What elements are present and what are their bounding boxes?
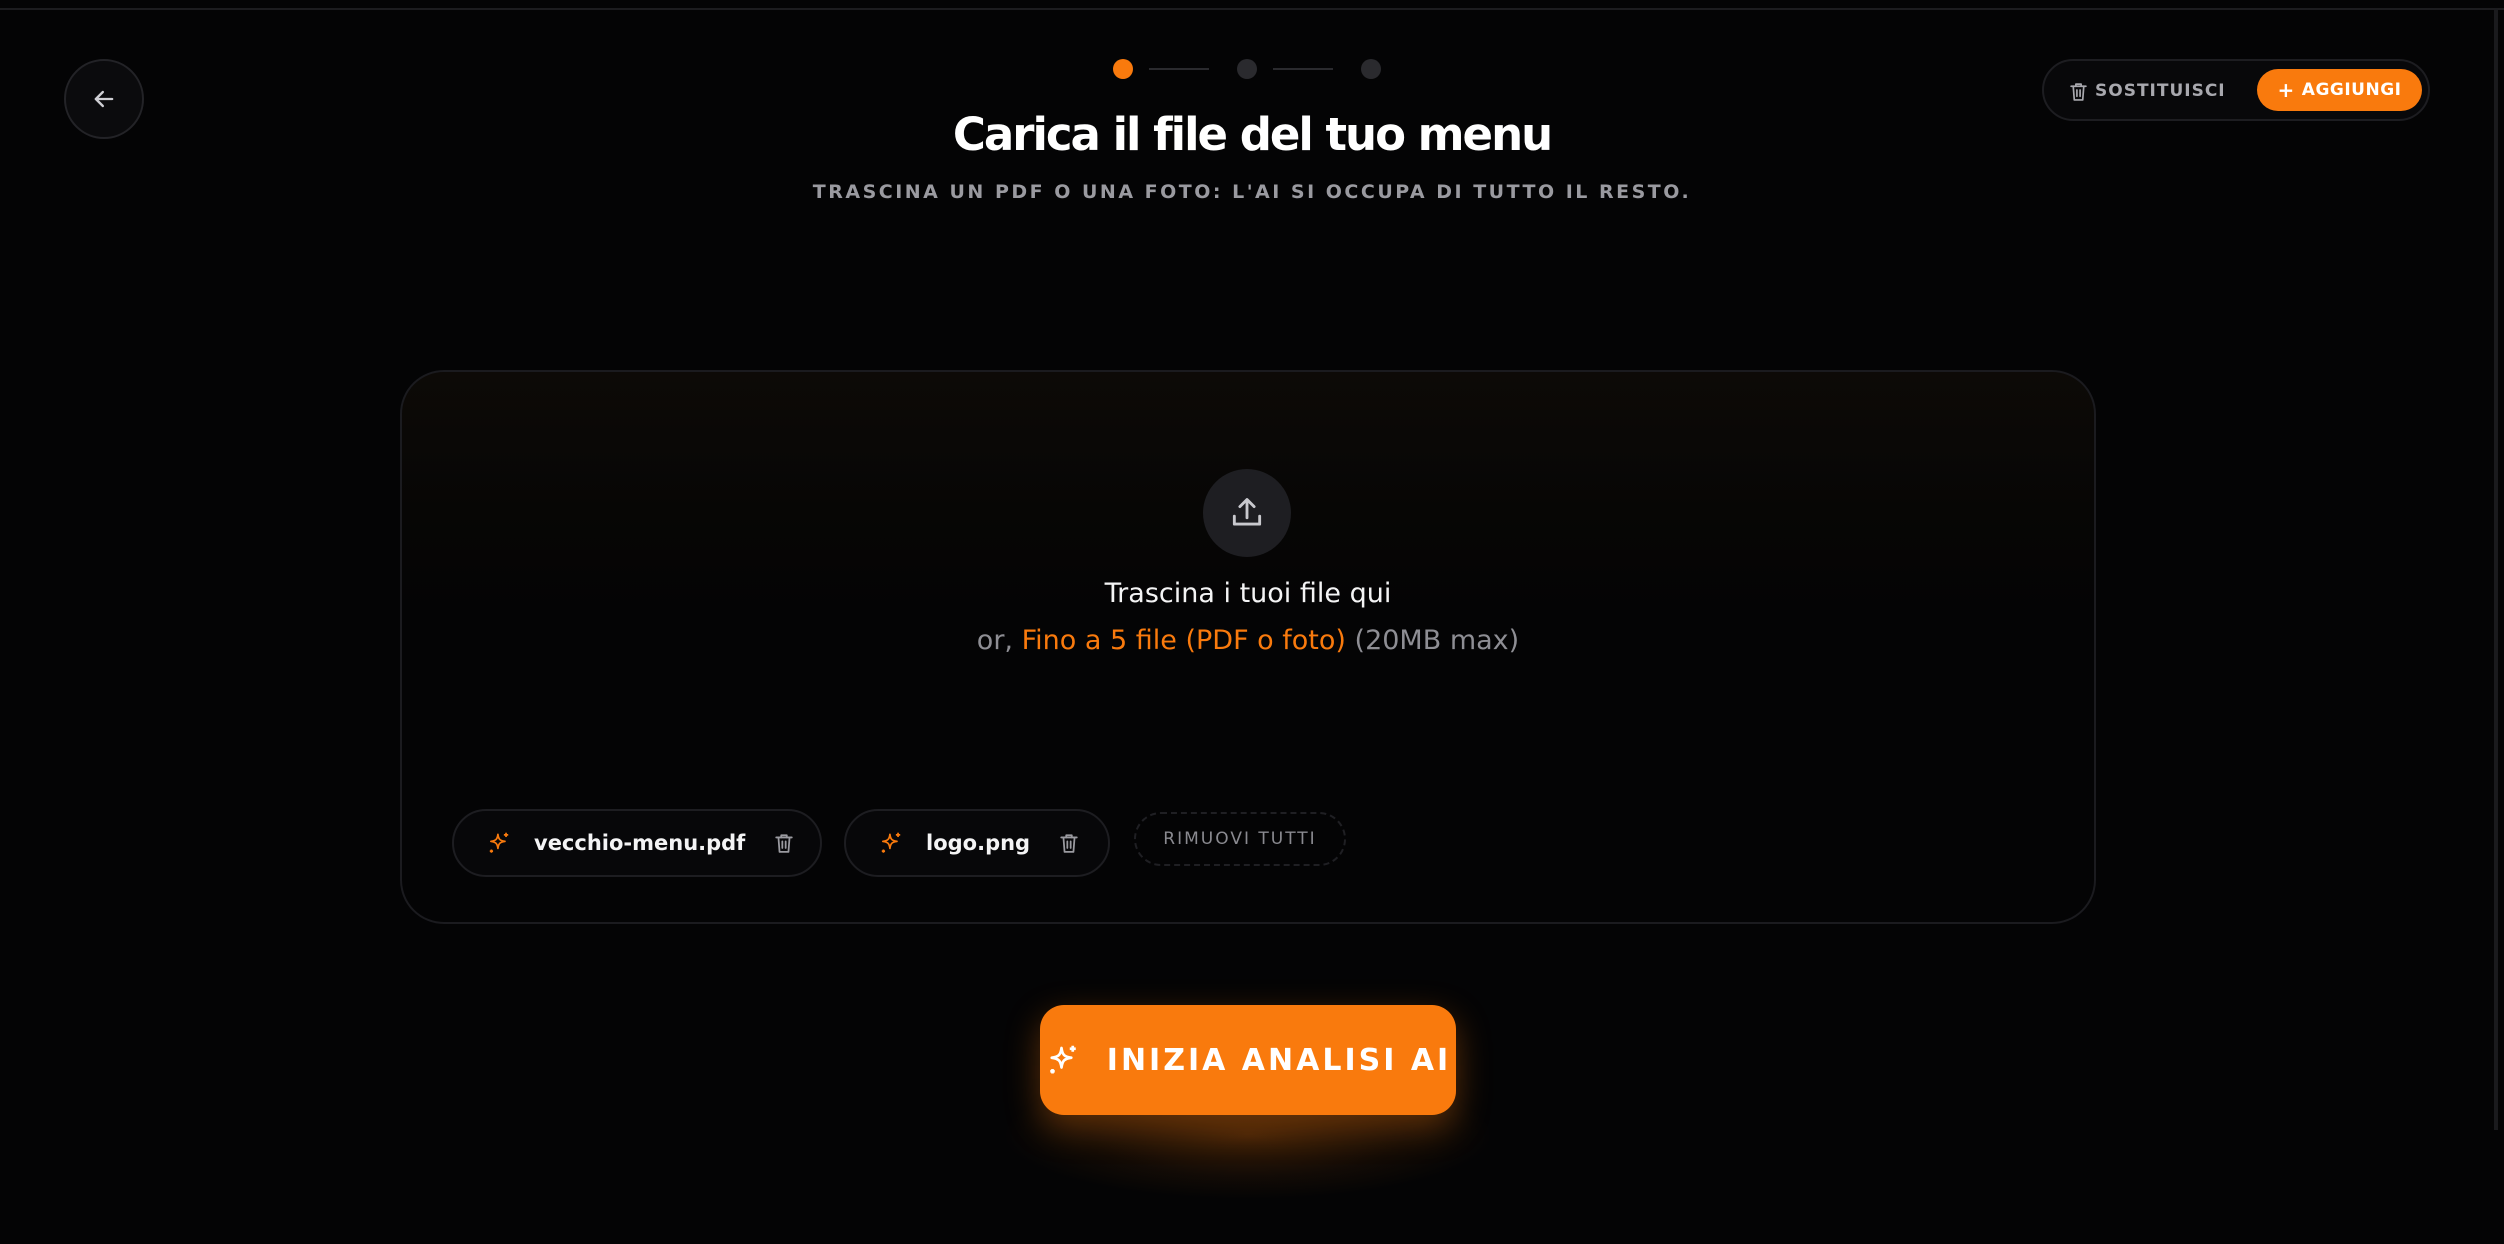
step-connector-2: [1273, 68, 1333, 70]
plus-icon: +: [2277, 78, 2295, 102]
trash-icon[interactable]: [775, 833, 793, 853]
trash-icon[interactable]: [1060, 833, 1078, 853]
file-limit-link[interactable]: Fino a 5 file (PDF o foto): [1022, 625, 1346, 656]
step-1-dot: [1113, 59, 1133, 79]
upload-icon-container: [1203, 469, 1291, 557]
file-chip: logo.png: [844, 809, 1110, 877]
replace-button[interactable]: SOSTITUISCI: [2070, 72, 2226, 110]
dropzone-hint: or, Fino a 5 file (PDF o foto) (20MB max…: [402, 625, 2094, 656]
hint-suffix: (20MB max): [1354, 625, 1520, 656]
remove-all-button[interactable]: RIMUOVI TUTTI: [1134, 812, 1346, 866]
hint-prefix: or,: [976, 625, 1013, 656]
sparkles-icon: [881, 832, 901, 853]
file-name: logo.png: [926, 831, 1031, 855]
upload-icon: [1232, 498, 1262, 526]
start-ai-analysis-button[interactable]: INIZIA ANALISI AI: [1040, 1005, 1456, 1115]
step-2-dot: [1237, 59, 1257, 79]
sparkles-icon: [489, 832, 509, 853]
file-dropzone[interactable]: Trascina i tuoi file qui or, Fino a 5 fi…: [400, 370, 2096, 924]
page-subtitle: TRASCINA UN PDF O UNA FOTO: L'AI SI OCCU…: [812, 181, 1692, 203]
cta-label: INIZIA ANALISI AI: [1106, 1042, 1452, 1078]
replace-label: SOSTITUISCI: [2095, 81, 2226, 101]
top-divider: [0, 8, 2504, 10]
scrollbar[interactable]: [2494, 10, 2498, 1130]
add-label: AGGIUNGI: [2301, 80, 2402, 100]
dropzone-title: Trascina i tuoi file qui: [1104, 578, 1392, 609]
step-3-dot: [1361, 59, 1381, 79]
progress-stepper: [1113, 56, 1385, 80]
file-name: vecchio-menu.pdf: [534, 831, 746, 855]
sparkles-icon: [1050, 1045, 1076, 1074]
trash-icon: [2070, 82, 2087, 101]
add-button[interactable]: + AGGIUNGI: [2257, 69, 2422, 111]
file-actions-group: SOSTITUISCI + AGGIUNGI: [2042, 59, 2430, 121]
step-connector-1: [1149, 68, 1209, 70]
file-chip: vecchio-menu.pdf: [452, 809, 822, 877]
upload-menu-page: Carica il file del tuo menu TRASCINA UN …: [0, 0, 2504, 1244]
